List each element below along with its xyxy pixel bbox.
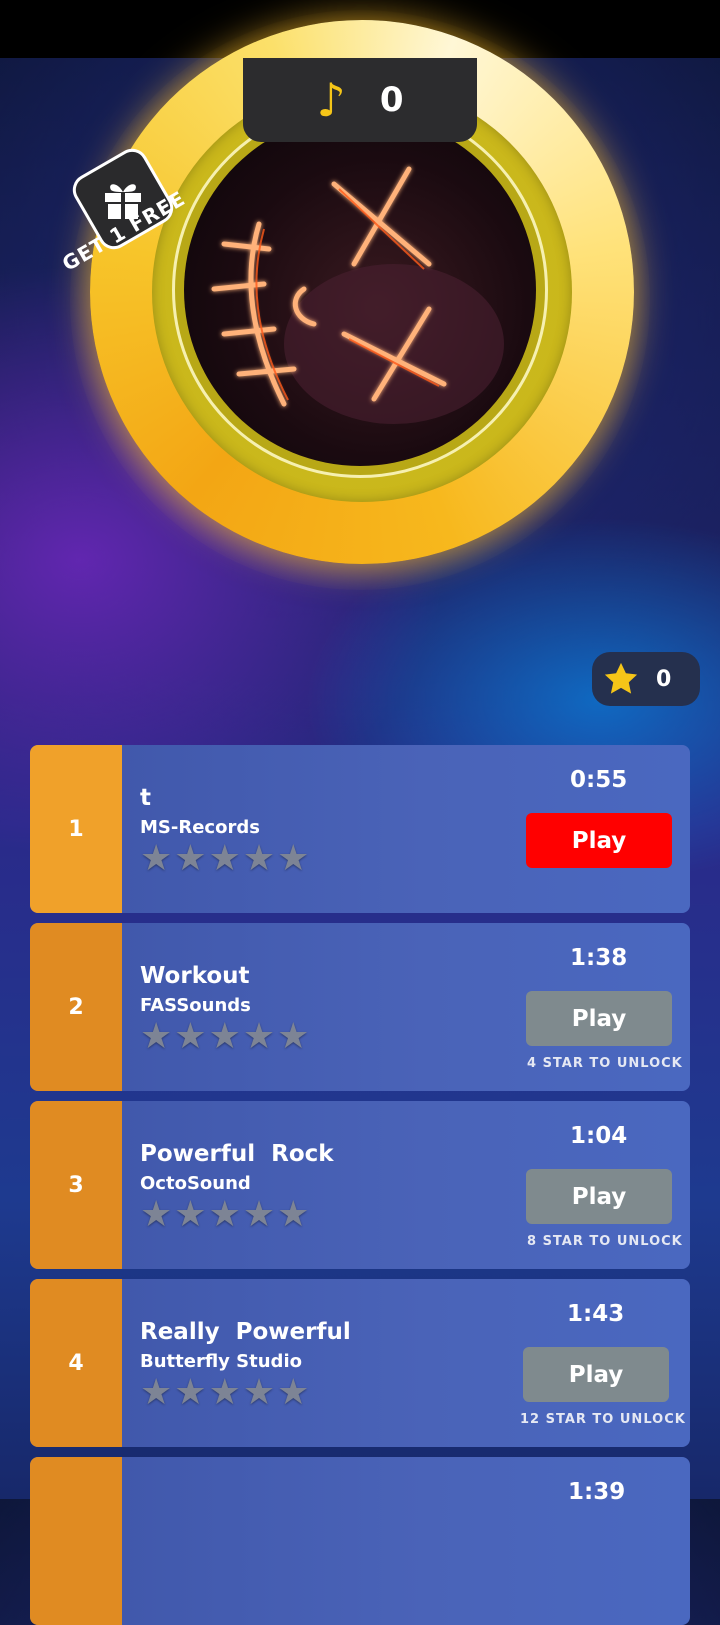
- song-artist: OctoSound: [140, 1173, 251, 1194]
- star-icon: ★: [174, 1372, 207, 1413]
- song-number: 1: [30, 745, 122, 913]
- song-artist: FASSounds: [140, 995, 251, 1016]
- song-row[interactable]: 1:39: [30, 1457, 690, 1625]
- star-icon: [604, 662, 638, 694]
- unlock-requirement: 12 STAR TO UNLOCK: [520, 1412, 686, 1427]
- song-row[interactable]: 4 Really Powerful Butterfly Studio ★ ★ ★ ★ ★…: [30, 1279, 690, 1447]
- star-rating: ★ ★ ★ ★ ★: [140, 841, 309, 877]
- star-icon: ★: [140, 1372, 173, 1413]
- song-title: t: [140, 785, 151, 811]
- song-duration: 0:55: [570, 767, 628, 793]
- star-rating: ★ ★ ★ ★ ★: [140, 1375, 309, 1411]
- song-title: Workout: [140, 963, 250, 989]
- song-title: Powerful Rock: [140, 1141, 334, 1167]
- song-number: 3: [30, 1101, 122, 1269]
- song-title: Really Powerful: [140, 1319, 351, 1345]
- song-row[interactable]: 2 Workout FASSounds ★ ★ ★ ★ ★ 1:38 Play 4 ST…: [30, 923, 690, 1091]
- star-icon: ★: [242, 1016, 276, 1057]
- star-rating: ★ ★ ★ ★ ★: [140, 1197, 309, 1233]
- star-icon: ★: [174, 1016, 207, 1057]
- star-icon: ★: [242, 838, 276, 879]
- song-number: [30, 1457, 122, 1625]
- star-icon: ★: [277, 1194, 310, 1235]
- play-button[interactable]: Play: [526, 813, 672, 868]
- star-icon: ★: [277, 838, 310, 879]
- unlock-requirement: 4 STAR TO UNLOCK: [527, 1056, 683, 1071]
- coin-counter: ♪ 0: [243, 58, 477, 142]
- star-icon: ★: [140, 838, 173, 879]
- song-artist: MS-Records: [140, 817, 260, 838]
- music-note-icon: ♪: [316, 73, 346, 127]
- play-button[interactable]: Play: [526, 991, 672, 1046]
- star-rating: ★ ★ ★ ★ ★: [140, 1019, 309, 1055]
- star-icon: ★: [277, 1016, 310, 1057]
- play-button[interactable]: Play: [523, 1347, 669, 1402]
- total-stars-count: 0: [656, 666, 672, 692]
- song-row[interactable]: 3 Powerful Rock OctoSound ★ ★ ★ ★ ★ 1:04 Pla…: [30, 1101, 690, 1269]
- play-button[interactable]: Play: [526, 1169, 672, 1224]
- star-icon: ★: [174, 838, 207, 879]
- star-icon: ★: [208, 1194, 241, 1235]
- star-icon: ★: [242, 1372, 276, 1413]
- song-number: 4: [30, 1279, 122, 1447]
- song-duration: 1:04: [570, 1123, 628, 1149]
- star-icon: ★: [208, 1016, 241, 1057]
- unlock-requirement: 8 STAR TO UNLOCK: [527, 1234, 683, 1249]
- star-icon: ★: [208, 838, 241, 879]
- star-icon: ★: [242, 1194, 276, 1235]
- song-artist: Butterfly Studio: [140, 1351, 302, 1372]
- total-stars-badge: 0: [592, 652, 700, 706]
- song-row[interactable]: 1 t MS-Records ★ ★ ★ ★ ★ 0:55 Play: [30, 745, 690, 913]
- coin-count: 0: [379, 80, 404, 120]
- fire-art-icon: [211, 166, 504, 424]
- album-art[interactable]: [184, 114, 536, 466]
- star-icon: ★: [174, 1194, 207, 1235]
- song-duration: 1:39: [568, 1479, 626, 1505]
- song-duration: 1:43: [567, 1301, 625, 1327]
- song-duration: 1:38: [570, 945, 628, 971]
- song-number: 2: [30, 923, 122, 1091]
- star-icon: ★: [140, 1194, 173, 1235]
- star-icon: ★: [140, 1016, 173, 1057]
- star-icon: ★: [208, 1372, 241, 1413]
- star-icon: ★: [277, 1372, 310, 1413]
